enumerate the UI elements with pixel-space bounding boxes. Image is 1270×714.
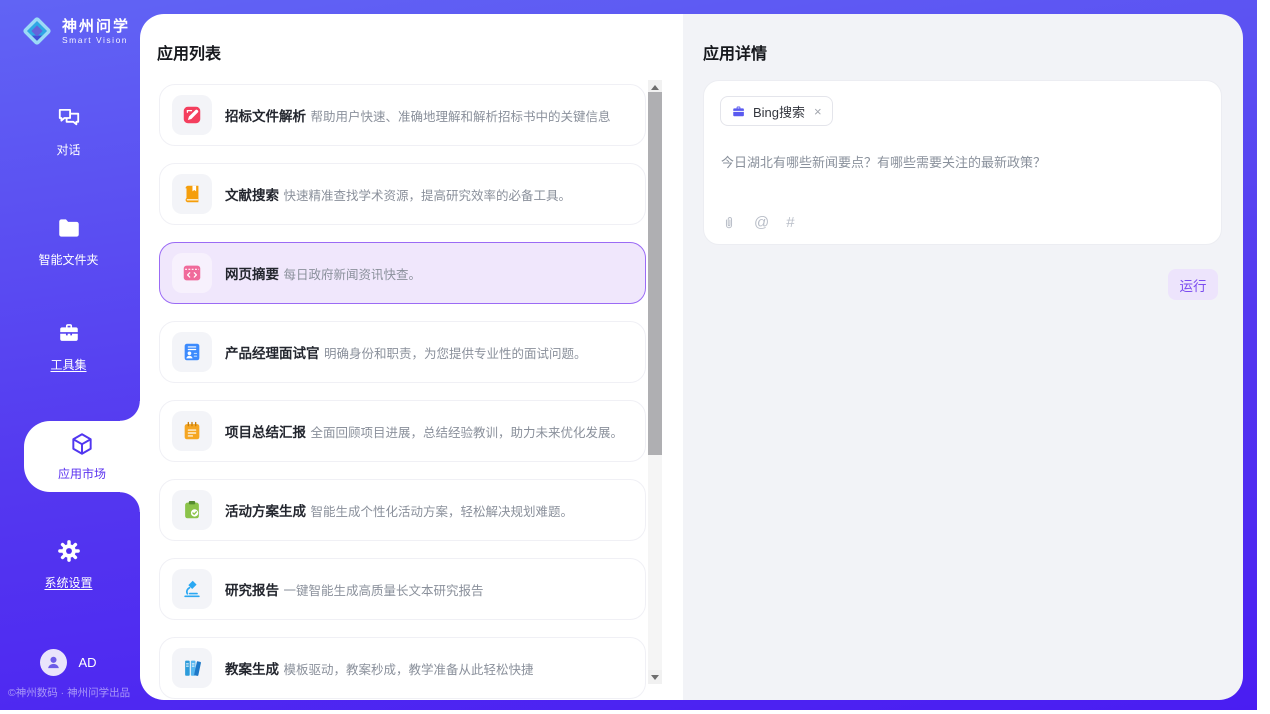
app-detail-panel: 应用详情 Bing搜索 × 今日湖北有哪些新闻要点？有哪些需要关注的最新政策？ … [683,14,1243,700]
web-code-icon [172,253,212,293]
scrollbar-down-button[interactable] [648,670,662,684]
run-button[interactable]: 运行 [1168,269,1218,300]
app-card[interactable]: 教案生成 模板驱动，教案秒成，教学准备从此轻松快捷 [159,637,646,699]
main-content: 应用列表 招标文件解析 帮助用户快速、准确地理解和解析招标书中的关键信息 文献搜… [140,14,1243,700]
app-card-title: 网页摘要 [225,267,279,282]
microscope-icon [172,569,212,609]
app-card-desc: 模板驱动，教案秒成，教学准备从此轻松快捷 [283,663,533,677]
app-card-desc: 明确身份和职责，为您提供专业性的面试问题。 [324,347,587,361]
gear-icon [56,551,82,568]
sidebar-item-label: 智能文件夹 [0,251,137,268]
book-icon [172,174,212,214]
app-card[interactable]: 网页摘要 每日政府新闻资讯快查。 [159,242,646,304]
logo-icon [19,13,55,49]
app-card-title: 产品经理面试官 [225,346,320,361]
tool-chip-bing-search[interactable]: Bing搜索 × [720,96,833,126]
app-card-title: 招标文件解析 [225,109,306,124]
sidebar-item-label: 应用市场 [24,465,140,482]
app-card-desc: 全面回顾项目进展，总结经验教训，助力未来优化发展。 [310,426,623,440]
app-card-desc: 每日政府新闻资讯快查。 [283,268,421,282]
app-card-desc: 快速精准查找学术资源，提高研究效率的必备工具。 [283,189,571,203]
chip-label: Bing搜索 [753,102,805,121]
user-icon [45,654,62,671]
app-card-desc: 一键智能生成高质量长文本研究报告 [283,584,483,598]
chip-close-icon[interactable]: × [814,104,822,119]
chat-icon [56,118,82,135]
app-card-title: 项目总结汇报 [225,425,306,440]
app-card[interactable]: 活动方案生成 智能生成个性化活动方案，轻松解决规划难题。 [159,479,646,541]
app-detail-title: 应用详情 [703,40,767,64]
app-list-title: 应用列表 [157,40,221,64]
brand-text: 神州问学 Smart Vision [62,18,130,45]
sidebar-item-chat[interactable]: 对话 [0,105,137,158]
folder-icon [56,228,82,245]
hash-icon[interactable]: # [786,215,794,231]
books-icon [172,648,212,688]
avatar [40,649,67,676]
app-card-title: 研究报告 [225,583,279,598]
app-card[interactable]: 产品经理面试官 明确身份和职责，为您提供专业性的面试问题。 [159,321,646,383]
brand-name: 神州问学 [62,18,130,35]
app-list-panel: 应用列表 招标文件解析 帮助用户快速、准确地理解和解析招标书中的关键信息 文献搜… [140,14,683,700]
cube-icon [69,444,95,461]
logo: 神州问学 Smart Vision [19,13,130,49]
input-toolbar: @ # [721,215,795,231]
doc-person-icon [172,332,212,372]
app-card[interactable]: 文献搜索 快速精准查找学术资源，提高研究效率的必备工具。 [159,163,646,225]
query-text[interactable]: 今日湖北有哪些新闻要点？有哪些需要关注的最新政策？ [721,152,1201,171]
app-card-desc: 智能生成个性化活动方案，轻松解决规划难题。 [310,505,573,519]
app-card[interactable]: 项目总结汇报 全面回顾项目进展，总结经验教训，助力未来优化发展。 [159,400,646,462]
app-card-title: 活动方案生成 [225,504,306,519]
sidebar-item-settings[interactable]: 系统设置 [0,538,137,591]
brand-subtitle: Smart Vision [62,35,130,45]
sidebar-item-app-market[interactable]: 应用市场 [24,421,140,492]
app-card-title: 文献搜索 [225,188,279,203]
paperclip-icon[interactable] [721,215,737,231]
pen-square-icon [172,95,212,135]
sidebar-footer: ©神州数码 · 神州问学出品 [8,685,140,700]
scrollbar[interactable] [648,80,662,684]
user-row[interactable]: AD [0,649,137,676]
notepad-icon [172,411,212,451]
clipboard-check-icon [172,490,212,530]
briefcase-icon [731,104,746,119]
app-card[interactable]: 研究报告 一键智能生成高质量长文本研究报告 [159,558,646,620]
sidebar-item-smart-folder[interactable]: 智能文件夹 [0,215,137,268]
app-window: 神州问学 Smart Vision 对话 智能文件夹 工具集 应用市场 系统设置… [0,0,1270,714]
app-card-title: 教案生成 [225,662,279,677]
app-card-desc: 帮助用户快速、准确地理解和解析招标书中的关键信息 [310,110,610,124]
user-label: AD [78,655,96,670]
triangle-down-icon [651,675,659,680]
app-card-list: 招标文件解析 帮助用户快速、准确地理解和解析招标书中的关键信息 文献搜索 快速精… [159,84,646,700]
sidebar: 神州问学 Smart Vision 对话 智能文件夹 工具集 应用市场 系统设置… [0,0,140,710]
sidebar-item-label: 对话 [0,141,137,158]
triangle-up-icon [651,85,659,90]
sidebar-item-toolset[interactable]: 工具集 [0,320,137,373]
app-card[interactable]: 招标文件解析 帮助用户快速、准确地理解和解析招标书中的关键信息 [159,84,646,146]
toolbox-icon [56,333,82,350]
sidebar-item-label: 系统设置 [0,574,137,591]
prompt-input-card[interactable]: Bing搜索 × 今日湖北有哪些新闻要点？有哪些需要关注的最新政策？ @ # [703,80,1222,245]
sidebar-item-label: 工具集 [0,356,137,373]
scrollbar-thumb[interactable] [648,92,662,455]
mention-icon[interactable]: @ [754,215,769,231]
